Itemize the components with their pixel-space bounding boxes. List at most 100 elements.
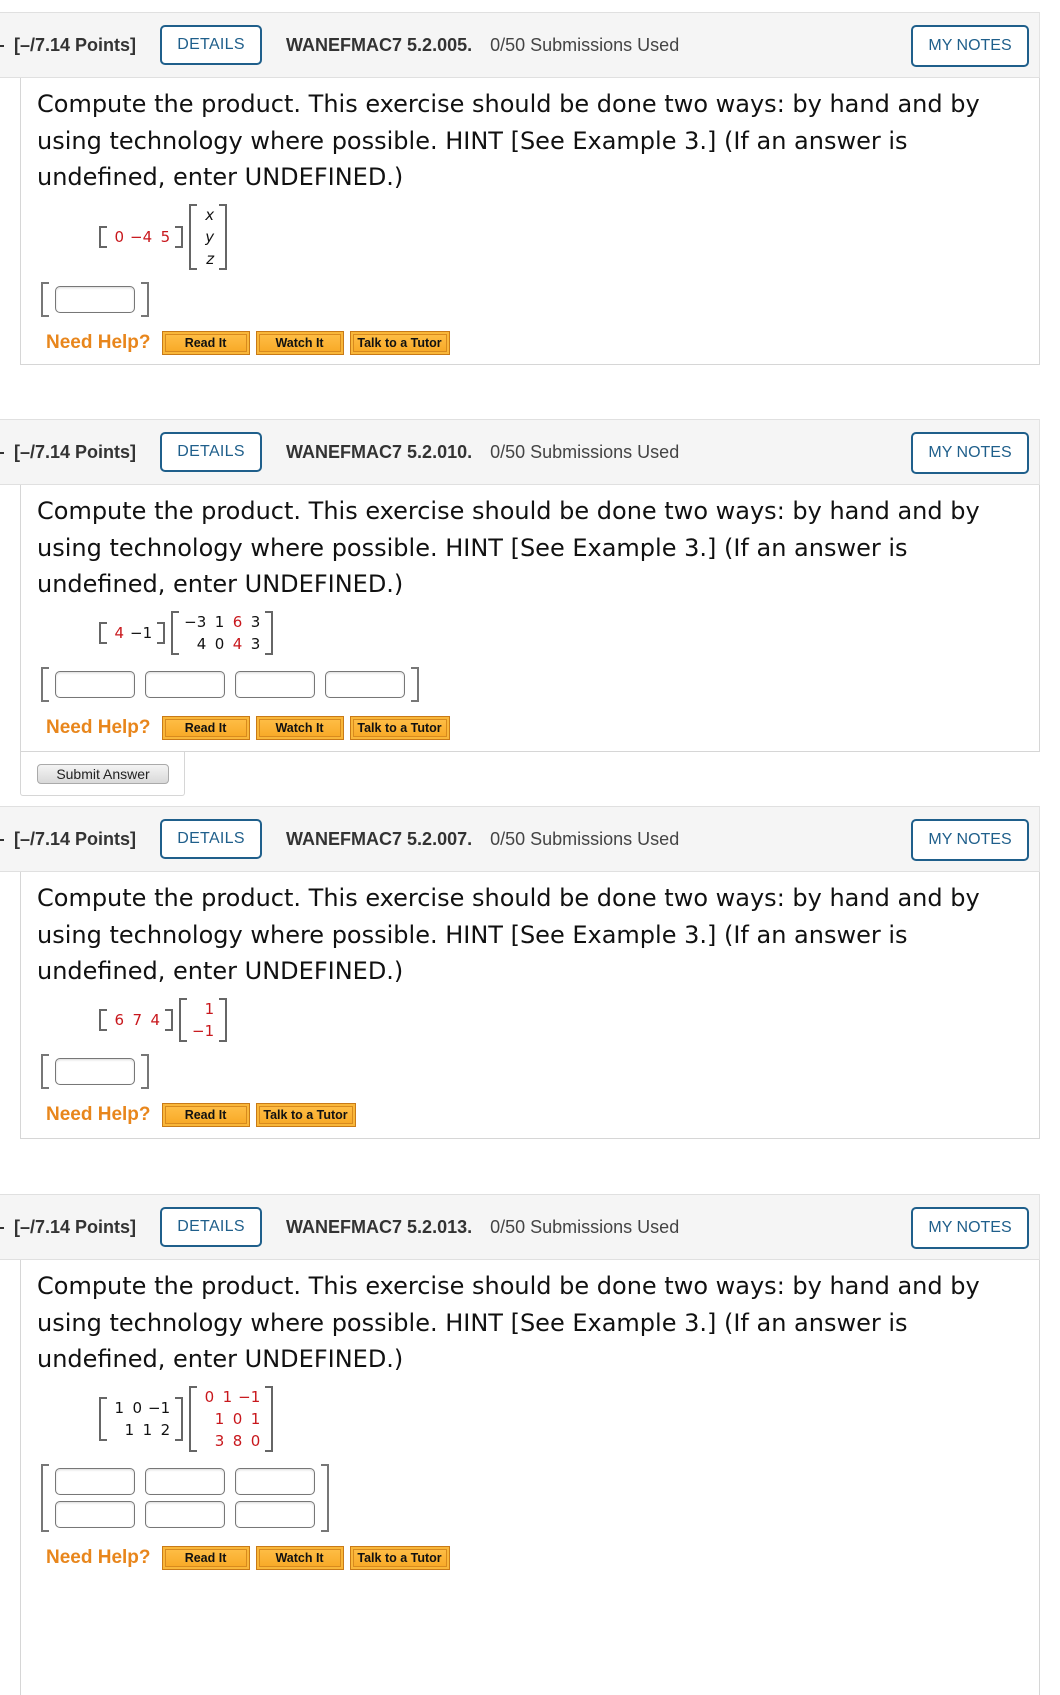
matrix-row-0: −3 1 6 3 [181, 611, 263, 633]
read-it-button[interactable]: Read It [161, 330, 250, 355]
matrix-entry: 5 [160, 227, 171, 246]
matrix-entry: 3 [250, 612, 261, 631]
matrix-row-0: x [199, 204, 217, 226]
matrix-row-0: 674 [109, 1009, 163, 1031]
talk-to-tutor-button[interactable]: Talk to a Tutor [349, 1545, 450, 1570]
points-label: [–/7.14 Points] [0, 35, 136, 56]
question-body: Compute the product. This exercise shoul… [20, 485, 1040, 752]
matrix-entry: 1 [222, 1387, 233, 1406]
matrix-entry: 0 [250, 1431, 261, 1450]
question-prompt: Compute the product. This exercise shoul… [37, 497, 980, 598]
details-button[interactable]: DETAILS [160, 432, 263, 472]
need-help-row: Need Help? Read It Watch It Talk to a Tutor [46, 330, 1039, 355]
matrix-entry: −4 [130, 227, 153, 246]
answer-matrix [41, 1463, 1039, 1532]
matrix-entry: 4 [232, 634, 243, 653]
matrix-row-0: 0 1 −1 [199, 1386, 263, 1408]
watch-it-button[interactable]: Watch It [255, 330, 344, 355]
submit-answer-button[interactable]: Submit Answer [37, 764, 169, 784]
question-body: Compute the product. This exercise shoul… [20, 78, 1040, 365]
matrix-row-1: 101 [199, 1408, 263, 1430]
right-matrix: 0 1 −1 1 0 1 3 8 0 [187, 1385, 275, 1452]
watch-it-button[interactable]: Watch It [255, 715, 344, 740]
answer-input[interactable] [55, 1467, 135, 1495]
question-header: [–/7.14 Points] DETAILS WANEFMAC7 5.2.01… [0, 419, 1040, 485]
matrix-entry: 0 [114, 227, 124, 246]
matrix-entry: −1 [192, 1021, 215, 1040]
matrix-row-1: 112 [109, 1419, 173, 1441]
matrix-expression: 6 7 4 1 −1 [97, 997, 1039, 1042]
matrix-row-2: z [199, 248, 217, 270]
my-notes-button[interactable]: MY NOTES [911, 1207, 1029, 1249]
answer-input[interactable] [55, 670, 135, 698]
matrix-entry: y [205, 227, 215, 246]
answer-row [55, 1500, 315, 1528]
left-matrix: 4 −1 [97, 621, 167, 644]
matrix-expression: 1 0 −1 1 1 2 0 1 −1 1 0 1 3 8 0 [97, 1385, 1039, 1452]
my-notes-button[interactable]: MY NOTES [911, 25, 1029, 67]
answer-bracket [41, 1053, 149, 1089]
answer-input[interactable] [145, 1467, 225, 1495]
matrix-entry: −3 [184, 612, 207, 631]
matrix-row-0: 1 0 −1 [109, 1397, 173, 1419]
matrix-entry: 6 [114, 1010, 124, 1029]
details-button[interactable]: DETAILS [160, 819, 263, 859]
watch-it-button[interactable]: Watch It [255, 1545, 344, 1570]
answer-input[interactable] [55, 1500, 135, 1528]
question-3: [–/7.14 Points] DETAILS WANEFMAC7 5.2.00… [0, 806, 1040, 1139]
matrix-entry: 1 [214, 1409, 225, 1428]
talk-to-tutor-button[interactable]: Talk to a Tutor [349, 715, 450, 740]
matrix-expression: 0 −4 5 x y z [97, 203, 1039, 270]
talk-to-tutor-button[interactable]: Talk to a Tutor [255, 1102, 356, 1127]
answer-input[interactable] [55, 285, 135, 313]
answer-row [55, 670, 405, 698]
matrix-entry: 8 [232, 1431, 243, 1450]
matrix-entry: 3 [250, 634, 261, 653]
question-code: WANEFMAC7 5.2.010. [286, 441, 473, 462]
question-prompt: Compute the product. This exercise shoul… [37, 884, 980, 985]
read-it-button[interactable]: Read It [161, 1102, 250, 1127]
answer-input[interactable] [55, 1057, 135, 1085]
matrix-entry: 1 [214, 612, 225, 631]
read-it-button[interactable]: Read It [161, 1545, 250, 1570]
matrix-entry: x [205, 205, 215, 224]
matrix-row-1: −1 [189, 1020, 217, 1042]
matrix-row-0: 1 [189, 998, 217, 1020]
my-notes-button[interactable]: MY NOTES [911, 432, 1029, 474]
question-code: WANEFMAC7 5.2.013. [286, 1216, 473, 1237]
answer-input[interactable] [235, 670, 315, 698]
matrix-row-1: y [199, 226, 217, 248]
matrix-row-2: 380 [199, 1430, 263, 1452]
answer-matrix [41, 1053, 1039, 1089]
question-body: Compute the product. This exercise shoul… [20, 872, 1040, 1139]
details-button[interactable]: DETAILS [160, 1207, 263, 1247]
question-1: [–/7.14 Points] DETAILS WANEFMAC7 5.2.00… [0, 12, 1040, 365]
question-body: Compute the product. This exercise shoul… [20, 1260, 1040, 1695]
submissions-used: 0/50 Submissions Used [490, 34, 680, 55]
matrix-entry: 1 [142, 1420, 153, 1439]
matrix-entry: 0 [204, 1387, 215, 1406]
answer-input[interactable] [325, 670, 405, 698]
need-help-row: Need Help? Read It Watch It Talk to a Tutor [46, 715, 1039, 740]
talk-to-tutor-button[interactable]: Talk to a Tutor [349, 330, 450, 355]
read-it-button[interactable]: Read It [161, 715, 250, 740]
answer-input[interactable] [235, 1467, 315, 1495]
right-matrix: xyz [187, 203, 229, 270]
answer-input[interactable] [145, 670, 225, 698]
matrix-entry: 1 [124, 1420, 135, 1439]
my-notes-button[interactable]: MY NOTES [911, 819, 1029, 861]
matrix-entry: 7 [132, 1010, 142, 1029]
answer-input[interactable] [235, 1500, 315, 1528]
matrix-entry: 0 [214, 634, 225, 653]
left-matrix: 674 [97, 1008, 175, 1031]
matrix-entry: 0 [232, 1409, 243, 1428]
question-2: [–/7.14 Points] DETAILS WANEFMAC7 5.2.01… [0, 419, 1040, 796]
answer-matrix [41, 666, 1039, 702]
points-label: [–/7.14 Points] [0, 829, 136, 850]
left-matrix: 1 0 −1 1 1 2 [97, 1396, 185, 1441]
answer-input[interactable] [145, 1500, 225, 1528]
matrix-entry: −1 [238, 1387, 261, 1406]
details-button[interactable]: DETAILS [160, 25, 263, 65]
matrix-expression: 4 −1 −3 1 6 3 4 0 4 3 [97, 610, 1039, 655]
need-help-label: Need Help? [46, 331, 151, 353]
